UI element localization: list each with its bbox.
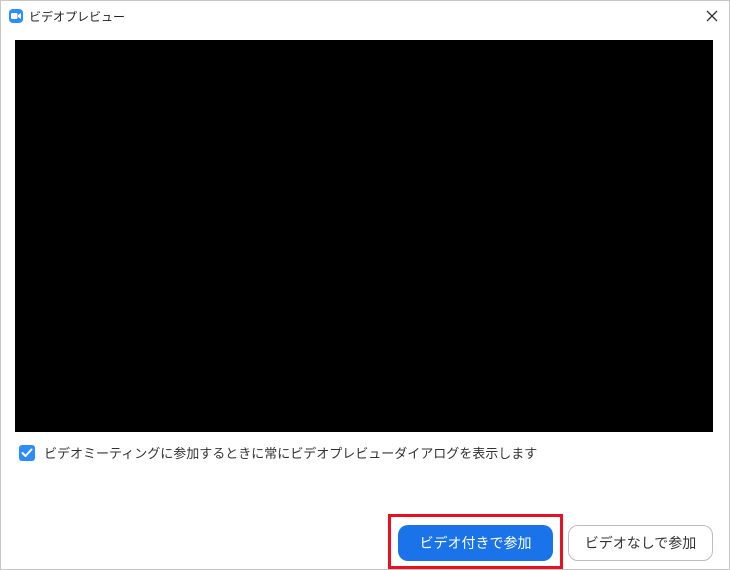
close-icon [706, 10, 718, 22]
always-show-preview-label: ビデオミーティングに参加するときに常にビデオプレビューダイアログを表示します [44, 447, 538, 462]
checkmark-icon [21, 448, 33, 457]
window-title: ビデオプレビュー [29, 9, 126, 24]
always-show-preview-checkbox[interactable] [19, 444, 35, 461]
join-with-video-button[interactable]: ビデオ付きで参加 [398, 525, 553, 561]
video-preview-dialog: ビデオプレビュー ビデオミーティングに参加するときに常にビデオプレビューダイアロ… [0, 0, 730, 570]
title-bar: ビデオプレビュー [1, 1, 729, 31]
close-button[interactable] [701, 5, 723, 27]
join-without-video-button[interactable]: ビデオなしで参加 [568, 525, 713, 561]
always-show-preview-option[interactable]: ビデオミーティングに参加するときに常にビデオプレビューダイアログを表示します [19, 443, 537, 462]
video-preview-area [15, 40, 713, 432]
video-camera-icon [9, 9, 23, 23]
